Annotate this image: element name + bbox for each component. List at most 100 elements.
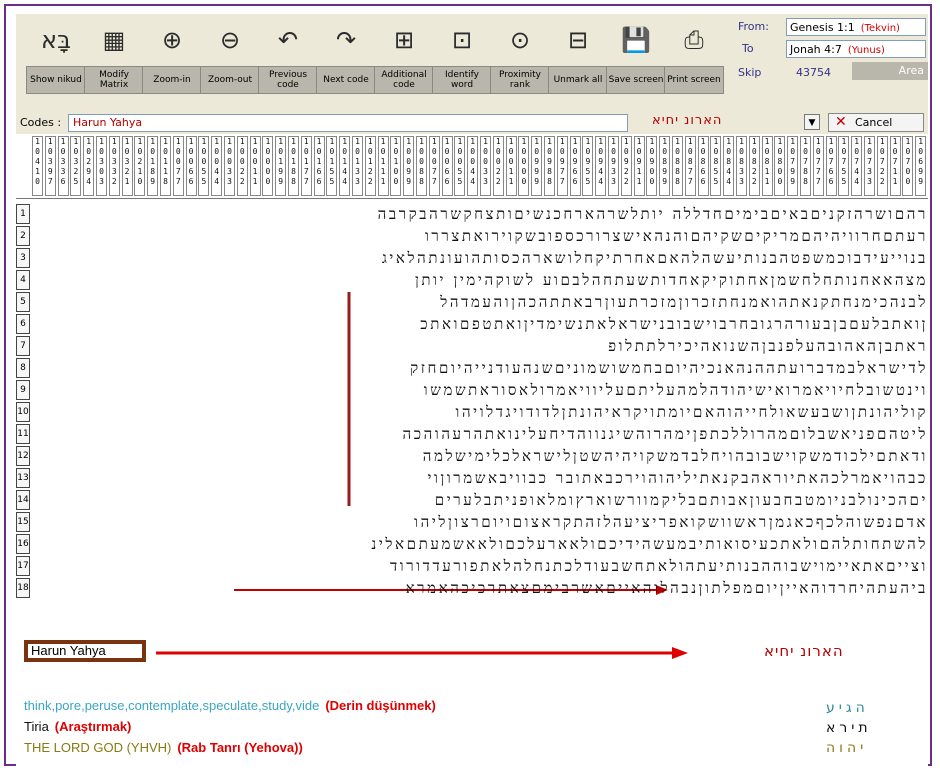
ruler-column: 1 0 7 8 8 bbox=[800, 136, 811, 196]
matrix-row: וינטשובלחיויאמרואישיהודהלמהעליתםעליוויאמ… bbox=[423, 381, 928, 399]
range-panel: From: Genesis 1:1 (Tekvin) To Jonah 4:7 (Y… bbox=[732, 14, 928, 112]
ruler-column: 1 0 7 3 3 bbox=[864, 136, 875, 196]
code-name-box: Harun Yahya bbox=[24, 640, 146, 662]
ruler-column: 1 0 8 1 1 bbox=[761, 136, 773, 196]
ruler-column: 1 0 1 3 3 bbox=[352, 136, 363, 196]
toolbar-button-label: Previous code bbox=[258, 66, 318, 94]
legend-symbol-row: יהוה bbox=[826, 740, 868, 756]
skip-value: 43754 bbox=[796, 66, 831, 79]
to-label: To bbox=[742, 42, 754, 55]
matrix-row: ביהעתהיחרדוהאייןיוםמפלתוןנבהלוהאייםאשרבי… bbox=[405, 579, 928, 597]
ruler-column: 1 0 1 8 9 bbox=[147, 136, 159, 196]
row-number: 7 bbox=[16, 336, 30, 356]
letter-matrix: 1 רהםושרהזקניםבאיםבימיםחדללה יותלשרהארחכנ… bbox=[16, 200, 928, 636]
toolbar-button-label: Print screen bbox=[664, 66, 724, 94]
column-ruler: 1 0 4 1 01 0 3 9 71 0 3 3 61 0 3 2 51 0 … bbox=[16, 134, 928, 199]
cancel-button[interactable]: ✕ Cancel bbox=[828, 113, 924, 132]
toolbar-button-7[interactable]: ⊞ Additional code bbox=[374, 18, 434, 102]
toolbar-button-8[interactable]: ⊡ Identify word bbox=[432, 18, 492, 102]
previous-code-icon: ↶ bbox=[277, 26, 299, 54]
ruler-column: 1 0 0 8 8 bbox=[416, 136, 427, 196]
to-note: (Yunus) bbox=[847, 45, 885, 56]
toolbar-button-label: Modify Matrix bbox=[84, 66, 144, 94]
toolbar-button-label: Save screen bbox=[606, 66, 666, 94]
ruler-column: 1 0 7 5 5 bbox=[838, 136, 850, 196]
toolbar-button-5[interactable]: ↶ Previous code bbox=[258, 18, 318, 102]
toolbar-button-label: Additional code bbox=[374, 66, 434, 94]
ruler-column: 1 0 0 3 3 bbox=[480, 136, 491, 196]
additional-code-icon: ⊞ bbox=[393, 26, 415, 54]
toolbar-button-4[interactable]: ⊖ Zoom-out bbox=[200, 18, 260, 102]
zoom-out-icon: ⊖ bbox=[219, 26, 241, 54]
row-number: 16 bbox=[16, 534, 30, 554]
toolbar-button-label: Proximity rank bbox=[490, 66, 550, 94]
codes-value: Harun Yahya bbox=[73, 116, 143, 129]
toolbar-button-3[interactable]: ⊕ Zoom-in bbox=[142, 18, 202, 102]
area-label: Area bbox=[898, 64, 924, 77]
ruler-column: 1 0 9 8 8 bbox=[544, 136, 555, 196]
from-value: Genesis 1:1 bbox=[790, 21, 855, 34]
matrix-row: ודאתםילכודמשקוישבובהויחלבדמשקויהיהשטןליש… bbox=[422, 447, 928, 465]
ruler-column: 1 0 3 9 7 bbox=[44, 136, 56, 196]
matrix-row: רהםושרהזקניםבאיםבימיםחדללה יותלשרהארחכנש… bbox=[377, 205, 928, 223]
row-number: 12 bbox=[16, 446, 30, 466]
zoom-in-icon: ⊕ bbox=[161, 26, 183, 54]
ruler-column: 1 0 0 5 5 bbox=[198, 136, 210, 196]
toolbar-button-11[interactable]: 💾 Save screen bbox=[606, 18, 666, 102]
toolbar-button-10[interactable]: ⊟ Unmark all bbox=[548, 18, 608, 102]
matrix-row: לבנהכימנחתקנאתהואמנחתזכרוןמזכרתעוןרבאתתה… bbox=[440, 293, 928, 311]
from-field[interactable]: Genesis 1:1 (Tekvin) bbox=[786, 18, 926, 36]
from-note: (Tekvin) bbox=[860, 23, 900, 34]
legend-item: think,pore,peruse,contemplate,speculate,… bbox=[24, 698, 436, 713]
ruler-column: 1 0 8 3 3 bbox=[736, 136, 747, 196]
toolbar-button-9[interactable]: ⊙ Proximity rank bbox=[490, 18, 550, 102]
ruler-column: 1 0 7 4 4 bbox=[851, 136, 863, 196]
area-button[interactable]: Area bbox=[852, 62, 928, 80]
ruler-column: 1 0 9 4 4 bbox=[595, 136, 607, 196]
ruler-column: 1 0 6 9 9 bbox=[915, 136, 927, 196]
toolbar-button-2[interactable]: ▦ Modify Matrix bbox=[84, 18, 144, 102]
code-name: Harun Yahya bbox=[31, 643, 106, 658]
codes-dropdown[interactable]: ▼ bbox=[804, 114, 820, 130]
matrix-row: להשתחותלהםולאתכעיסואותיבמעשהידיכםולאארעל… bbox=[371, 535, 928, 553]
legend-turkish: (Rab Tanrı (Yehova)) bbox=[177, 740, 303, 755]
codes-bar: Codes : Harun Yahya הארונ יחיא ▼ ✕ Cance… bbox=[16, 112, 928, 135]
matrix-row: ראתבןהאהובהעלפנבןהשנואהיכירלתתלופ bbox=[608, 337, 928, 355]
codes-input[interactable]: Harun Yahya bbox=[68, 114, 628, 132]
ruler-column: 1 0 0 7 7 bbox=[428, 136, 440, 196]
ruler-column: 1 0 9 2 2 bbox=[620, 136, 632, 196]
ruler-column: 1 0 7 9 9 bbox=[787, 136, 799, 196]
ruler-column: 1 0 3 0 3 bbox=[96, 136, 107, 196]
code-circles: הארונ יחיא bbox=[764, 642, 844, 660]
from-label: From: bbox=[738, 20, 769, 33]
legend-item: THE LORD GOD (YHVH) (Rab Tanrı (Yehova)) bbox=[24, 740, 303, 755]
matrix-row: וצייםאתאיימוישבוההבנותיעתהולאתחשבעודלכתנ… bbox=[389, 557, 928, 575]
row-number: 2 bbox=[16, 226, 30, 246]
toolbar-button-12[interactable]: ⎙ Print screen bbox=[664, 18, 724, 102]
ruler-column: 1 0 1 6 6 bbox=[313, 136, 325, 196]
row-number: 11 bbox=[16, 424, 30, 444]
matrix-row: ןואתבלעםבןבעורהרגובחרבוישבובנישראלאתנשימ… bbox=[420, 315, 928, 333]
row-number: 15 bbox=[16, 512, 30, 532]
to-field[interactable]: Jonah 4:7 (Yunus) bbox=[786, 40, 926, 58]
row-number: 8 bbox=[16, 358, 30, 378]
row-number: 6 bbox=[16, 314, 30, 334]
ruler-column: 1 0 9 5 5 bbox=[582, 136, 594, 196]
legend-turkish: (Derin düşünmek) bbox=[325, 698, 436, 713]
print-icon: ⎙ bbox=[684, 26, 704, 54]
legend-english: Tiria bbox=[24, 719, 49, 734]
toolbar-button-6[interactable]: ↷ Next code bbox=[316, 18, 376, 102]
row-number: 1 bbox=[16, 204, 30, 224]
toolbar-button-1[interactable]: בָּא Show nikud bbox=[26, 18, 86, 102]
next-code-icon: ↷ bbox=[335, 26, 357, 54]
ruler-column: 1 0 1 7 7 bbox=[300, 136, 312, 196]
legend-turkish: (Araştırmak) bbox=[54, 719, 132, 734]
matrix-row: כבהויאמרלכהאתיוראהבקנאתיליהוהוירכבאתובר … bbox=[427, 469, 928, 487]
ruler-column: 1 0 8 8 8 bbox=[672, 136, 683, 196]
row-number: 14 bbox=[16, 490, 30, 510]
row-number: 13 bbox=[16, 468, 30, 488]
ruler-column: 1 0 4 1 0 bbox=[32, 136, 43, 196]
row-number: 10 bbox=[16, 402, 30, 422]
matrix-row: לדישראלבמדברועתההנהאנכיהיוםבחמשושמוניםשנ… bbox=[410, 359, 928, 377]
ruler-column: 1 0 1 1 1 bbox=[377, 136, 389, 196]
